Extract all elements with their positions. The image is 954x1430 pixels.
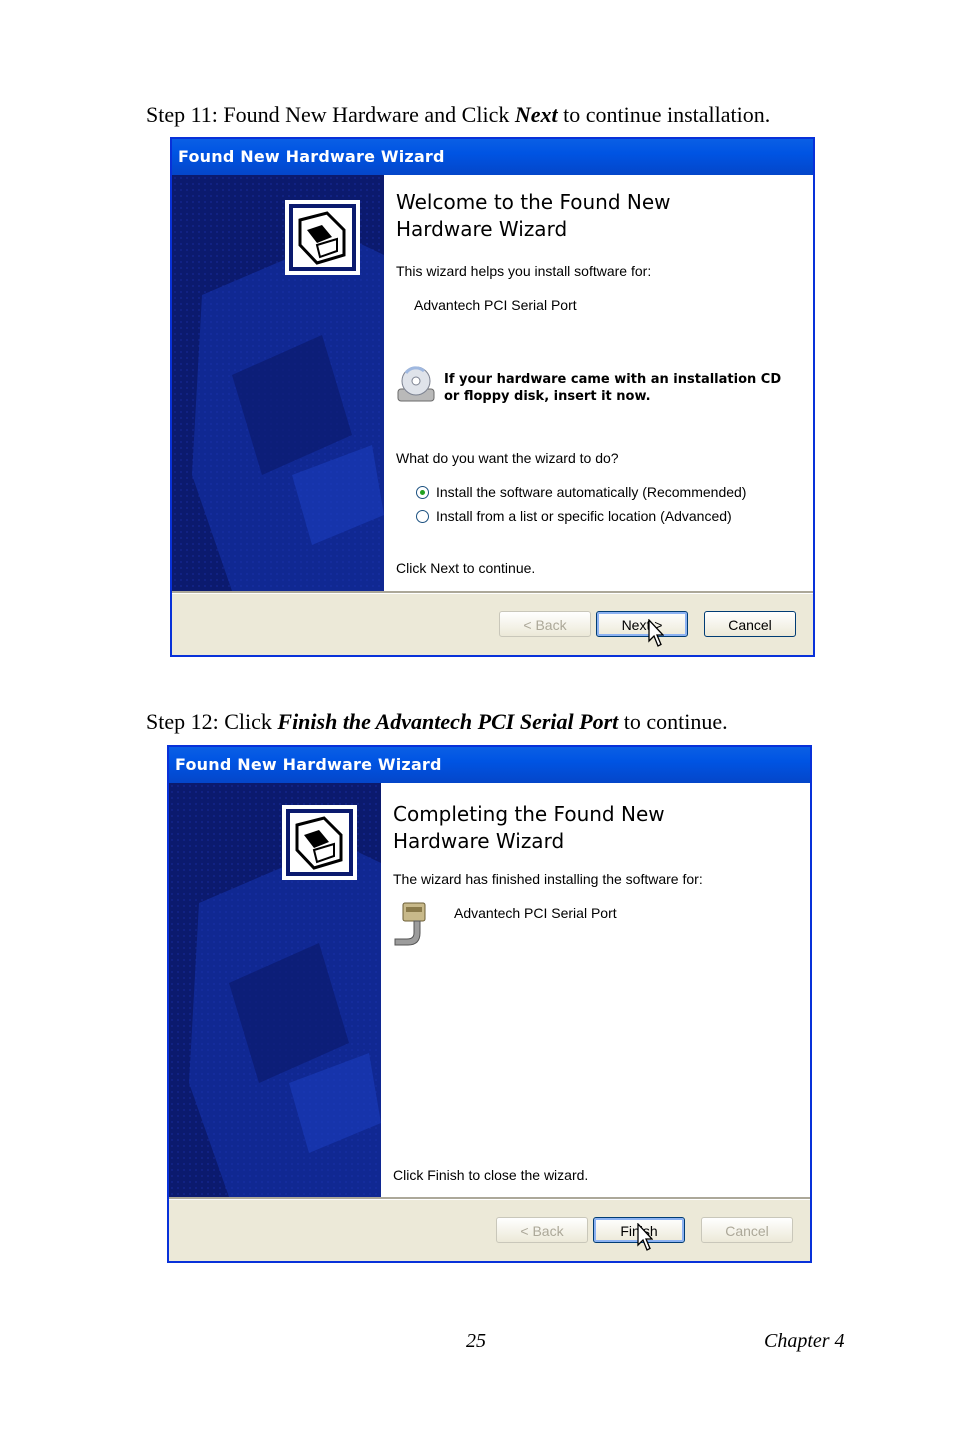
sidebar-graphic (169, 783, 381, 1197)
cd-instruction: If your hardware came with an installati… (444, 372, 782, 404)
wizard-content: Welcome to the Found New Hardware Wizard… (384, 175, 813, 591)
window-title: Found New Hardware Wizard (169, 747, 810, 783)
continue-hint: Click Next to continue. (396, 560, 536, 576)
found-new-hardware-wizard-completing: Found New Hardware Wizard Completing the… (167, 745, 812, 1263)
step-12-caption: Step 12: Click Finish the Advantech PCI … (146, 709, 728, 734)
button-separator (172, 591, 813, 594)
serial-port-icon (391, 901, 431, 950)
wizard-heading: Completing the Found New Hardware Wizard (393, 802, 665, 853)
cancel-button[interactable]: Cancel (704, 611, 796, 637)
next-button[interactable]: Next > (596, 611, 688, 637)
cancel-button[interactable]: Cancel (701, 1217, 793, 1243)
device-name: Advantech PCI Serial Port (454, 905, 617, 921)
intro-text: The wizard has finished installing the s… (393, 871, 703, 887)
wizard-sidebar (169, 783, 381, 1197)
device-name: Advantech PCI Serial Port (414, 297, 577, 313)
option-install-automatically-label[interactable]: Install the software automatically (Reco… (436, 484, 746, 500)
wizard-sidebar (172, 175, 384, 591)
sidebar-graphic (172, 175, 384, 591)
wizard-content: Completing the Found New Hardware Wizard… (381, 783, 810, 1197)
close-hint: Click Finish to close the wizard. (393, 1167, 589, 1183)
intro-text: This wizard helps you install software f… (396, 263, 652, 279)
option-install-from-list-label[interactable]: Install from a list or specific location… (436, 508, 732, 524)
chapter-label: Chapter 4 (764, 1330, 845, 1352)
window-title: Found New Hardware Wizard (172, 139, 813, 175)
page-number: 25 (466, 1330, 486, 1352)
back-button[interactable]: < Back (499, 611, 591, 637)
back-button[interactable]: < Back (496, 1217, 588, 1243)
step-11-caption: Step 11: Found New Hardware and Click Ne… (146, 102, 771, 127)
cd-icon (396, 363, 436, 410)
question-text: What do you want the wizard to do? (396, 450, 619, 466)
found-new-hardware-wizard-welcome: Found New Hardware Wizard Welcome to the… (170, 137, 815, 657)
mouse-pointer-icon (648, 619, 664, 647)
mouse-pointer-icon (637, 1223, 653, 1251)
radio-install-from-list[interactable] (416, 510, 429, 523)
button-separator (169, 1197, 810, 1200)
wizard-heading: Welcome to the Found New Hardware Wizard (396, 190, 671, 241)
radio-install-automatically[interactable] (416, 486, 429, 499)
